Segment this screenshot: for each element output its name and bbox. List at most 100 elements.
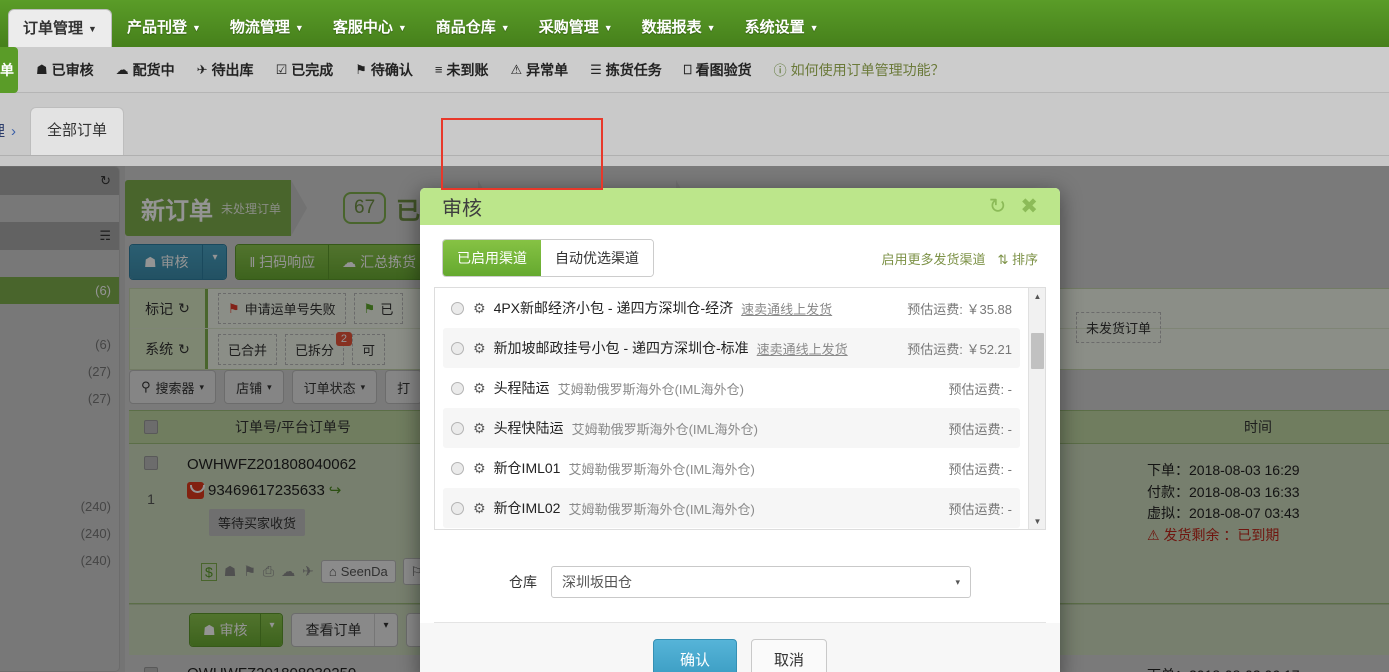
toolbar-item-2[interactable]: ✈ 待出库 — [197, 60, 254, 80]
collect-picking-button[interactable]: ☁ 汇总拣货 — [328, 245, 430, 279]
row-audit-button[interactable]: ☗ 审核 — [190, 614, 261, 646]
scroll-down-arrow[interactable]: ▼ — [1029, 513, 1045, 529]
plane-icon[interactable]: ✈ — [302, 563, 314, 580]
toolbar-item-5[interactable]: ≡ 未到账 — [435, 60, 489, 80]
toolbar-item-0[interactable]: ☗ 已审核 — [36, 60, 94, 80]
close-icon[interactable]: ✖ — [1020, 194, 1038, 219]
channel-radio[interactable] — [451, 461, 464, 475]
toolbar-item-8[interactable]: ⎕ 看图验货 — [684, 60, 752, 80]
channel-radio[interactable] — [451, 421, 464, 435]
audit-dropdown-caret[interactable]: ▾ — [202, 245, 227, 279]
row-view-split[interactable]: 查看订单 ▾ — [291, 613, 398, 647]
gear-icon[interactable]: ⚙ — [473, 460, 486, 477]
nav-tab-4[interactable]: 商品仓库 ▼ — [422, 9, 524, 47]
sitemap-icon[interactable]: ☴ — [99, 228, 111, 244]
sidebar-item-4[interactable]: 单(27) — [0, 385, 119, 412]
help-link[interactable]: ⓘ 如何使用订单管理功能？ — [774, 60, 945, 80]
nav-tab-5[interactable]: 采购管理 ▼ — [525, 9, 627, 47]
channel-row-4[interactable]: ⚙ 新仓IML01 艾姆勒俄罗斯海外仓(IML海外仓) 预估运费: - — [443, 448, 1020, 488]
row-audit-split[interactable]: ☗ 审核 ▾ — [189, 613, 284, 647]
gift-icon[interactable]: ☗ — [224, 563, 237, 580]
row-checkbox[interactable] — [144, 667, 158, 672]
sidebar-item-7[interactable]: 库 — [0, 466, 119, 493]
sidebar-item-11[interactable]: 印 — [0, 574, 119, 601]
cloud-icon[interactable]: ☁ — [281, 563, 295, 580]
scroll-up-arrow[interactable]: ▲ — [1029, 288, 1045, 304]
channel-row-2[interactable]: ⚙ 头程陆运 艾姆勒俄罗斯海外仓(IML海外仓) 预估运费: - — [443, 368, 1020, 408]
sidebar-item-3[interactable]: (27) — [0, 358, 119, 385]
nav-tab-7[interactable]: 系统设置 ▼ — [731, 9, 833, 47]
channel-radio[interactable] — [451, 381, 464, 395]
scrollbar-thumb[interactable] — [1031, 333, 1044, 369]
store-tag[interactable]: ⌂ SeenDa — [320, 560, 396, 583]
channel-list-scrollbar[interactable]: ▲ ▼ — [1028, 288, 1045, 529]
modal-link-0[interactable]: 启用更多发货渠道 — [881, 249, 985, 268]
channel-row-1[interactable]: ⚙ 新加坡邮政挂号小包 - 递四方深圳仓-标准 速卖通线上发货 预估运费: ￥52.2… — [443, 328, 1020, 368]
sidebar-item-0[interactable]: (6) — [0, 277, 119, 304]
row-audit-caret[interactable]: ▾ — [260, 614, 283, 646]
toolbar-item-4[interactable]: ⚑ 待确认 — [355, 60, 413, 80]
gear-icon[interactable]: ⚙ — [473, 420, 486, 437]
cancel-button[interactable]: 取消 — [751, 639, 828, 672]
channel-row-5[interactable]: ⚙ 新仓IML02 艾姆勒俄罗斯海外仓(IML海外仓) 预估运费: - — [443, 488, 1020, 528]
channel-row-3[interactable]: ⚙ 头程快陆运 艾姆勒俄罗斯海外仓(IML海外仓) 预估运费: - — [443, 408, 1020, 448]
sidebar-item-6[interactable]: 运单号 — [0, 439, 119, 466]
filter-chip-1[interactable]: ⚑ 已 — [353, 293, 404, 324]
row-view-caret[interactable]: ▾ — [374, 614, 396, 646]
sidebar-item-5[interactable]: 订单 — [0, 412, 119, 439]
toolbar-item-3[interactable]: ☑ 已完成 — [276, 60, 334, 80]
gear-icon[interactable]: ⚙ — [473, 500, 486, 517]
channel-radio[interactable] — [451, 301, 464, 315]
nav-tab-2[interactable]: 物流管理 ▼ — [216, 9, 318, 47]
pipeline-step-0[interactable]: 新订单 未处理订单 — [125, 180, 292, 236]
filter-chip-0[interactable]: ⚑ 申请运单号失败 — [218, 293, 346, 324]
scan-group[interactable]: ‖ 扫码响应 ☁ 汇总拣货 — [235, 244, 431, 280]
audit-button[interactable]: ☗ 审核 — [130, 245, 203, 279]
channel-radio[interactable] — [451, 501, 464, 515]
search-button-2[interactable]: 订单状态 ▾ — [291, 370, 378, 404]
gear-icon[interactable]: ⚙ — [473, 340, 486, 357]
nav-tab-0[interactable]: 订单管理 ▼ — [8, 9, 112, 47]
filter-chip-2[interactable]: 可 — [352, 333, 386, 365]
external-link-icon[interactable]: ↪ — [329, 481, 342, 499]
scan-response-button[interactable]: ‖ 扫码响应 — [236, 245, 329, 279]
row-view-order-button[interactable]: 查看订单 — [292, 614, 374, 646]
channel-tab-1[interactable]: 自动优选渠道 — [541, 240, 653, 276]
nav-tab-3[interactable]: 客服中心 ▼ — [319, 9, 421, 47]
row-checkbox[interactable] — [144, 456, 158, 470]
warehouse-select[interactable]: 深圳坂田仓 ▾ — [551, 566, 971, 598]
print-icon[interactable]: ⎙ — [263, 563, 274, 580]
audit-split-button[interactable]: ☗ 审核 ▾ — [129, 244, 228, 280]
toolbar-item-1[interactable]: ☁ 配货中 — [116, 60, 175, 80]
refresh-icon[interactable]: ↻ — [989, 194, 1007, 219]
tab-all-orders[interactable]: 全部订单 — [30, 107, 125, 155]
sidebar-item-8[interactable]: (240) — [0, 493, 119, 520]
unshipped-orders-chip[interactable]: 未发货订单 — [1075, 312, 1161, 343]
money-icon[interactable]: $ — [201, 562, 217, 581]
nav-tab-6[interactable]: 数据报表 ▼ — [628, 9, 730, 47]
sidebar-item-1[interactable]: 单 — [0, 304, 119, 331]
channel-row-0[interactable]: ⚙ 4PX新邮经济小包 - 递四方深圳仓-经济 速卖通线上发货 预估运费: ￥35.8… — [443, 288, 1020, 328]
search-button-1[interactable]: 店铺 ▾ — [224, 370, 284, 404]
search-button-0[interactable]: ⚲ 搜索器 ▾ — [129, 370, 217, 404]
select-all-checkbox[interactable] — [144, 420, 158, 434]
refresh-icon[interactable]: ↻ — [100, 173, 111, 189]
pin-icon[interactable]: ⚑ — [243, 563, 256, 580]
sidebar-item-10[interactable]: 组(240) — [0, 547, 119, 574]
refresh-icon[interactable]: ↻ — [178, 341, 190, 358]
channel-tab-0[interactable]: 已启用渠道 — [443, 240, 541, 276]
filter-chip-0[interactable]: 已合并 — [218, 333, 278, 365]
toolbar-item-7[interactable]: ☰ 拣货任务 — [590, 60, 662, 80]
toolbar-item-6[interactable]: ⚠ 异常单 — [510, 60, 568, 80]
channel-radio[interactable] — [451, 341, 464, 355]
refresh-icon[interactable]: ↻ — [178, 300, 190, 317]
nav-tab-1[interactable]: 产品刊登 ▼ — [113, 9, 215, 47]
sidebar-item-2[interactable]: 发货(6) — [0, 331, 119, 358]
gear-icon[interactable]: ⚙ — [473, 380, 486, 397]
modal-link-1[interactable]: ⇅ 排序 — [997, 249, 1038, 268]
sidebar-item-9[interactable]: 库(240) — [0, 520, 119, 547]
search-button-3[interactable]: 打 — [385, 370, 423, 404]
toolbar-clipped-tab[interactable]: 单 — [0, 47, 18, 93]
gear-icon[interactable]: ⚙ — [473, 300, 486, 317]
confirm-button[interactable]: 确认 — [652, 639, 737, 672]
